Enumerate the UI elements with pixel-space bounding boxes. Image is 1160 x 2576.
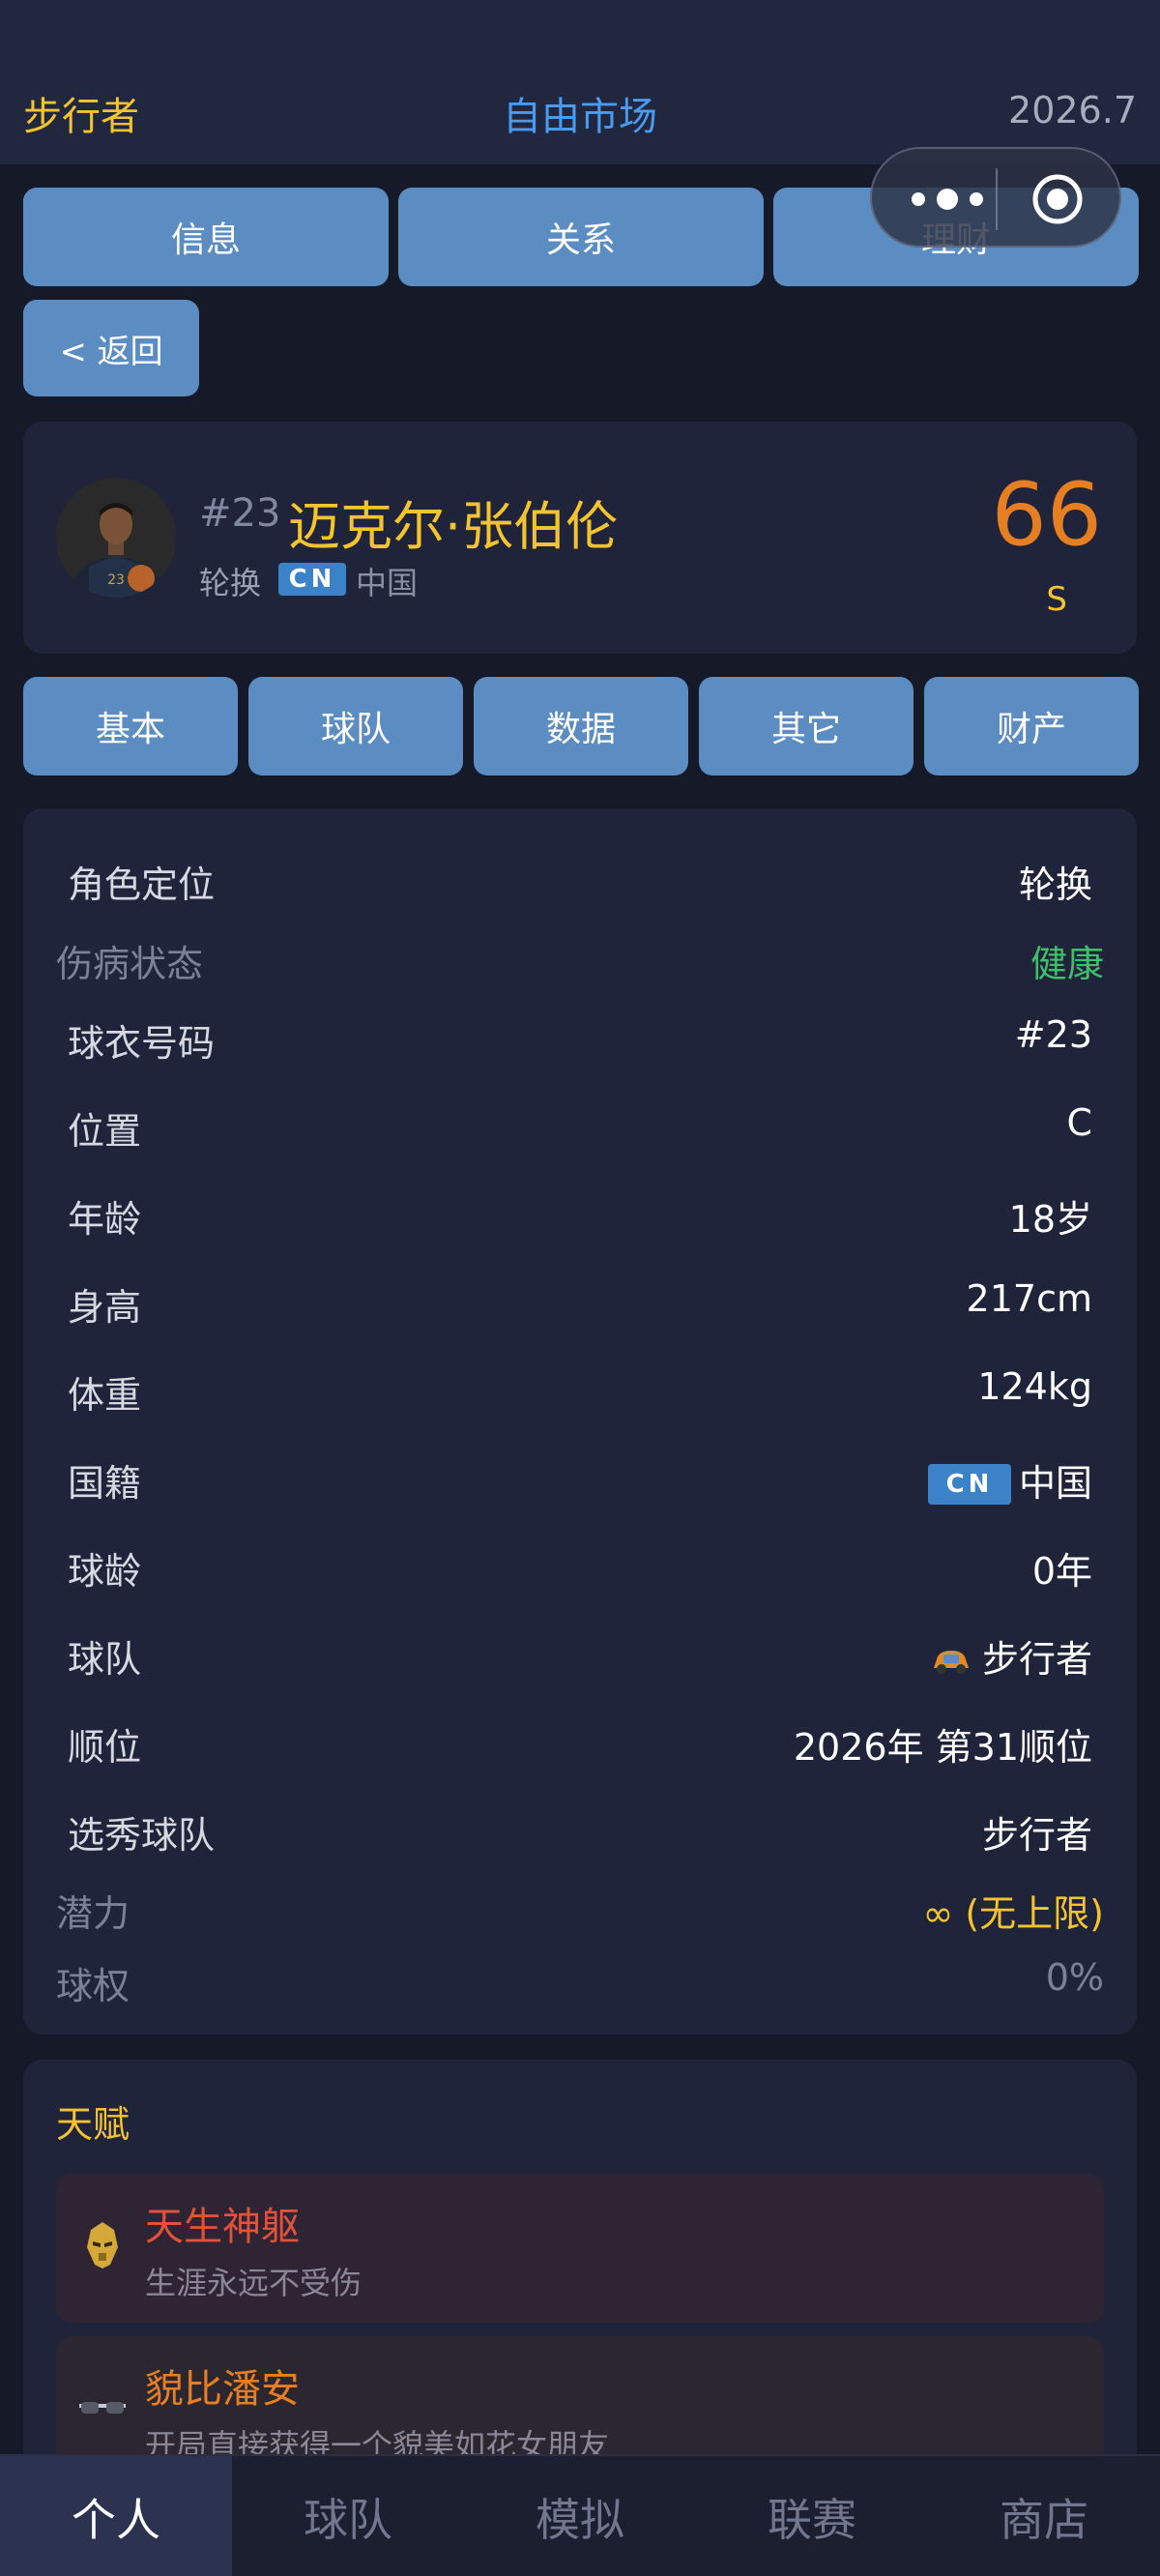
- info-value: 步行者: [930, 1629, 1092, 1683]
- info-label: 球队: [68, 1638, 142, 1681]
- info-row-experience: 球龄 0年: [23, 1534, 1137, 1593]
- info-label: 位置: [68, 1110, 142, 1153]
- info-label: 角色定位: [68, 864, 216, 906]
- info-row-age: 年龄 18岁: [23, 1182, 1137, 1241]
- miniprogram-capsule: [870, 147, 1121, 248]
- back-button[interactable]: < 返回: [23, 300, 199, 396]
- info-label: 年龄: [68, 1198, 142, 1241]
- capsule-divider: [996, 168, 998, 230]
- info-row-weight: 体重 124kg: [23, 1358, 1137, 1417]
- player-rating: 66: [991, 464, 1102, 566]
- close-target-icon[interactable]: [1030, 172, 1085, 226]
- more-dots-icon[interactable]: [905, 186, 992, 213]
- info-label: 伤病状态: [56, 943, 204, 985]
- game-date: 2026.7: [1008, 89, 1137, 132]
- info-row-injury: 伤病状态 健康: [23, 926, 1137, 985]
- info-row-position: 位置 C: [23, 1094, 1137, 1153]
- stake-value: 0%: [1045, 1956, 1104, 1999]
- tab-other[interactable]: 其它: [699, 677, 914, 776]
- tab-stats[interactable]: 数据: [474, 677, 688, 776]
- talent-name: 天生神躯: [145, 2205, 300, 2249]
- svg-text:23: 23: [107, 572, 125, 588]
- flag-badge: CN: [927, 1464, 1011, 1505]
- talent-title: 天赋: [56, 2103, 130, 2146]
- injury-status-value: 健康: [1030, 943, 1104, 985]
- tab-relations[interactable]: 关系: [398, 188, 764, 286]
- info-value: 2026年 第31顺位: [793, 1726, 1092, 1769]
- info-label: 选秀球队: [68, 1814, 216, 1857]
- info-row-team: 球队 步行者: [23, 1622, 1137, 1683]
- page-title: 自由市场: [503, 95, 657, 139]
- player-number: #23: [199, 491, 281, 536]
- info-label: 体重: [68, 1374, 142, 1417]
- info-row-draft-team: 选秀球队 步行者: [23, 1798, 1137, 1857]
- bottom-nav: 个人 球队 模拟 联赛 商店: [0, 2454, 1160, 2576]
- talent-name: 貌比潘安: [145, 2367, 300, 2412]
- basic-info-card: 角色定位 轮换 伤病状态 健康 球衣号码 #23 位置 C 年龄 18岁 身高 …: [23, 808, 1137, 2034]
- info-row-jersey: 球衣号码 #23: [23, 1006, 1137, 1065]
- info-label: 球衣号码: [68, 1022, 216, 1065]
- golden-mask-icon: [87, 2222, 118, 2269]
- info-row-draft: 顺位 2026年 第31顺位: [23, 1710, 1137, 1769]
- tab-property[interactable]: 财产: [924, 677, 1139, 776]
- info-value: 217cm: [966, 1277, 1092, 1320]
- info-label: 潜力: [56, 1892, 130, 1935]
- info-row-potential: 潜力 ∞ (无上限): [23, 1876, 1137, 1935]
- info-row-nationality: 国籍 CN 中国: [23, 1446, 1137, 1507]
- player-avatar: 23: [56, 478, 176, 598]
- info-row-role: 角色定位 轮换: [23, 847, 1137, 906]
- talent-item[interactable]: 天生神躯 生涯永远不受伤: [56, 2174, 1104, 2323]
- talent-desc: 生涯永远不受伤: [145, 2265, 362, 2301]
- info-value: C: [1066, 1101, 1092, 1144]
- info-row-stake: 球权 0%: [23, 1948, 1137, 2007]
- player-nationality: 中国: [356, 565, 419, 601]
- info-value: 轮换: [1018, 864, 1092, 906]
- info-value: #23: [1014, 1013, 1092, 1056]
- player-grade: S: [1046, 580, 1067, 619]
- potential-value: ∞ (无上限): [922, 1892, 1104, 1935]
- tab-team[interactable]: 球队: [248, 677, 463, 776]
- tab-info[interactable]: 信息: [23, 188, 389, 286]
- info-value: 步行者: [981, 1814, 1092, 1857]
- tab-basic[interactable]: 基本: [23, 677, 238, 776]
- info-value: 0年: [1031, 1550, 1092, 1593]
- info-row-height: 身高 217cm: [23, 1270, 1137, 1329]
- nav-shop[interactable]: 商店: [928, 2456, 1160, 2576]
- nav-team[interactable]: 球队: [232, 2456, 464, 2576]
- info-label: 球龄: [68, 1550, 142, 1593]
- info-label: 国籍: [68, 1462, 142, 1505]
- player-name: 迈克尔·张伯伦: [288, 496, 619, 557]
- nav-personal[interactable]: 个人: [0, 2456, 232, 2576]
- sunglasses-icon: [79, 2402, 126, 2414]
- player-profile-card: 23 #23 迈克尔·张伯伦 轮换 CN 中国 66 S: [23, 422, 1137, 654]
- info-label: 顺位: [68, 1726, 142, 1769]
- info-label: 身高: [68, 1286, 142, 1329]
- flag-badge: CN: [278, 563, 346, 596]
- info-label: 球权: [56, 1965, 130, 2007]
- top-bar: 步行者 自由市场 2026.7: [0, 0, 1160, 164]
- info-value: 124kg: [977, 1365, 1092, 1408]
- team-logo-icon: [933, 1651, 969, 1674]
- player-role: 轮换: [199, 565, 262, 601]
- info-value: 18岁: [1008, 1198, 1092, 1241]
- nav-league[interactable]: 联赛: [696, 2456, 928, 2576]
- info-value: CN 中国: [927, 1453, 1092, 1507]
- nav-simulate[interactable]: 模拟: [464, 2456, 696, 2576]
